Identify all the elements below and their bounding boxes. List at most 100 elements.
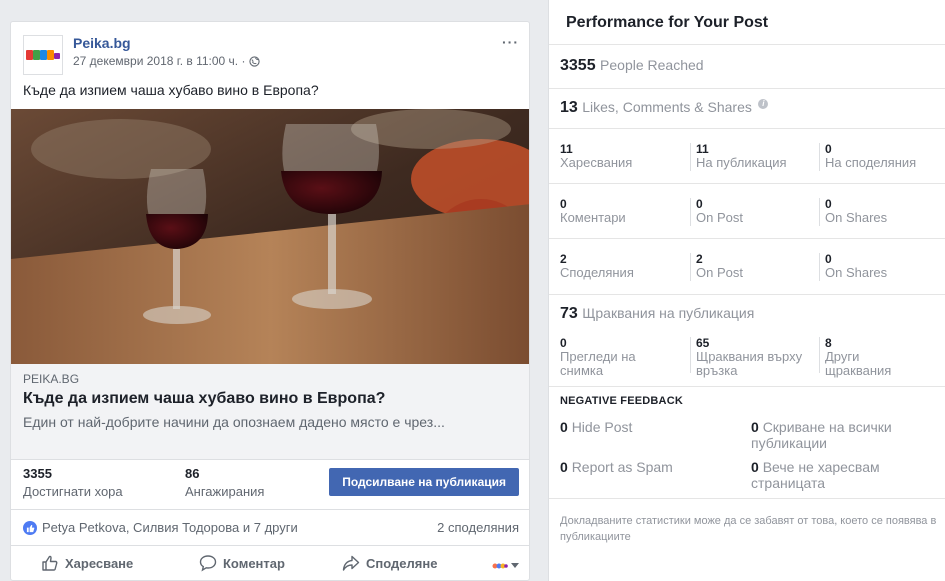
hide-post-value: 0: [560, 419, 568, 435]
column-divider: [690, 198, 691, 226]
comments-breakdown-row: 0 Коментари 0 On Post 0 On Shares: [549, 183, 945, 238]
shares-on-shares-label: On Shares: [825, 265, 888, 280]
engagements-label: Ангажирания: [185, 484, 265, 499]
shares-total-cell: 2 Споделяния: [560, 252, 634, 280]
column-divider: [690, 143, 691, 171]
shares-breakdown-row: 2 Споделяния 2 On Post 0 On Shares: [549, 238, 945, 294]
photo-views-label: Прегледи на снимка: [560, 349, 636, 378]
more-options-icon[interactable]: ···: [502, 34, 519, 50]
hide-post-label: Hide Post: [571, 419, 633, 435]
post-timestamp[interactable]: 27 декември 2018 г. в 11:00 ч. ·: [73, 54, 261, 68]
shares-total-label: Споделяния: [560, 265, 634, 280]
column-divider: [819, 198, 820, 226]
share-button[interactable]: Споделяне: [342, 554, 437, 572]
peika-logo-icon: [26, 50, 60, 60]
link-title[interactable]: Къде да изпием чаша хубаво вино в Европа…: [23, 390, 519, 408]
likes-on-shares-cell: 0 На споделяния: [825, 142, 916, 170]
reactions-row: Petya Petkova, Силвия Тодорова и 7 други…: [11, 510, 529, 546]
clicks-label: Щраквания на публикация: [582, 305, 755, 321]
page-name-link[interactable]: Peika.bg: [73, 35, 131, 51]
like-reaction-icon[interactable]: [23, 521, 37, 535]
clicks-value: 73: [560, 305, 578, 322]
column-divider: [819, 253, 820, 281]
comments-on-shares-value: 0: [825, 197, 832, 211]
comment-button[interactable]: Коментар: [199, 554, 285, 572]
people-reached-section: 3355 People Reached: [549, 44, 945, 88]
comments-on-post-cell: 0 On Post: [696, 197, 743, 225]
comments-on-post-value: 0: [696, 197, 703, 211]
post-header: Peika.bg 27 декември 2018 г. в 11:00 ч. …: [11, 22, 529, 75]
comments-on-post-label: On Post: [696, 210, 743, 225]
link-description: Един от най-добрите начини да опознаем д…: [23, 414, 445, 430]
post-clicks-section: 73 Щраквания на публикация: [549, 294, 945, 332]
comment-button-label: Коментар: [223, 555, 285, 571]
other-clicks-label: Други щраквания: [825, 349, 892, 378]
column-divider: [690, 337, 691, 373]
clicks-breakdown-row: 0 Прегледи на снимка 65 Щраквания върху …: [549, 332, 945, 386]
likes-total-label: Харесвания: [560, 155, 633, 170]
hide-all-value: 0: [751, 419, 759, 435]
comments-total-label: Коментари: [560, 210, 626, 225]
chevron-down-icon: [511, 563, 519, 568]
likes-on-post-cell: 11 На публикация: [696, 142, 787, 170]
reactors-list[interactable]: Petya Petkova, Силвия Тодорова и 7 други: [42, 520, 298, 535]
column-divider: [690, 253, 691, 281]
page-logo[interactable]: [23, 35, 63, 75]
link-clicks-label: Щраквания върху връзка: [696, 349, 803, 378]
hide-all-label: Скриване на всички публикации: [751, 419, 892, 451]
photo-views-cell: 0 Прегледи на снимка: [560, 336, 680, 378]
shares-on-post-value: 2: [696, 252, 703, 266]
comments-on-shares-label: On Shares: [825, 210, 888, 225]
spam-value: 0: [560, 459, 568, 475]
engagements-stat: 86 Ангажирания: [185, 466, 264, 499]
engagements-value: 86: [185, 466, 200, 481]
shares-on-post-cell: 2 On Post: [696, 252, 743, 280]
people-reached-label: Достигнати хора: [23, 484, 123, 499]
actions-row: Харесване Коментар Споделяне: [11, 548, 529, 580]
wine-glasses-image[interactable]: [11, 109, 529, 364]
shares-count[interactable]: 2 споделяния: [437, 520, 519, 535]
like-button[interactable]: Харесване: [41, 554, 133, 572]
like-button-label: Харесване: [65, 555, 134, 571]
link-domain: PEIKA.BG: [23, 372, 80, 386]
column-divider: [819, 143, 820, 171]
share-button-label: Споделяне: [366, 555, 438, 571]
likes-on-shares-label: На споделяния: [825, 155, 917, 170]
post-text: Къде да изпием чаша хубаво вино в Европа…: [23, 82, 319, 98]
likes-on-post-label: На публикация: [696, 155, 787, 170]
unlike-value: 0: [751, 459, 759, 475]
likes-on-shares-value: 0: [825, 142, 832, 156]
shares-on-shares-value: 0: [825, 252, 832, 266]
column-divider: [819, 337, 820, 373]
comments-on-shares-cell: 0 On Shares: [825, 197, 887, 225]
footer-divider: [549, 498, 945, 499]
thumbs-up-icon: [42, 555, 58, 571]
negative-feedback-title: NEGATIVE FEEDBACK: [560, 395, 683, 407]
hide-all-stat: 0 Скриване на всички публикации: [751, 419, 921, 451]
reaction-avatars-icon: [492, 563, 508, 569]
negative-feedback-section: NEGATIVE FEEDBACK 0 Hide Post 0 Скриване…: [549, 386, 945, 498]
comment-icon: [199, 555, 217, 572]
engagement-label: Likes, Comments & Shares: [582, 99, 752, 115]
link-preview[interactable]: PEIKA.BG Къде да изпием чаша хубаво вино…: [11, 364, 529, 460]
shares-on-post-label: On Post: [696, 265, 743, 280]
likes-total-value: 11: [560, 142, 573, 156]
post-card: Peika.bg 27 декември 2018 г. в 11:00 ч. …: [10, 21, 530, 581]
report-spam-stat: 0 Report as Spam: [560, 459, 730, 475]
other-clicks-value: 8: [825, 336, 832, 350]
shares-total-value: 2: [560, 252, 567, 266]
boost-post-button[interactable]: Подсилване на публикация: [329, 468, 519, 496]
engagement-section: 13 Likes, Comments & Shares i: [549, 88, 945, 128]
comments-total-value: 0: [560, 197, 567, 211]
likes-breakdown-row: 11 Харесвания 11 На публикация 0 На спод…: [549, 128, 945, 183]
link-clicks-value: 65: [696, 336, 710, 350]
reaction-audience-selector[interactable]: [492, 562, 519, 570]
likes-on-post-value: 11: [696, 142, 709, 156]
timestamp-text[interactable]: 27 декември 2018 г. в 11:00 ч. ·: [73, 54, 245, 68]
link-clicks-cell: 65 Щраквания върху връзка: [696, 336, 816, 378]
share-arrow-icon: [342, 555, 360, 571]
reach-label: People Reached: [600, 57, 704, 73]
post-stats-row: 3355 Достигнати хора 86 Ангажирания Подс…: [11, 460, 529, 510]
globe-icon[interactable]: [249, 55, 261, 67]
info-icon[interactable]: i: [758, 99, 769, 109]
